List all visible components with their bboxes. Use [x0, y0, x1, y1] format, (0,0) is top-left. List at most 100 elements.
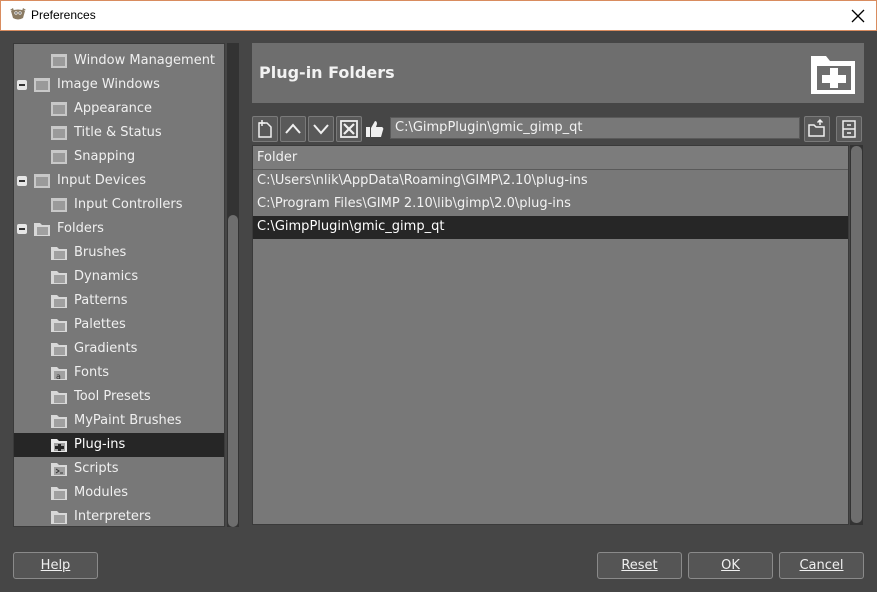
- input-controllers-icon: [51, 198, 67, 212]
- tree-item-label: Gradients: [74, 341, 138, 356]
- tree-item-brushes[interactable]: Brushes: [14, 241, 224, 265]
- tree-scrollbar[interactable]: [227, 43, 239, 527]
- plugins-folder-icon: [51, 439, 67, 452]
- tree-item-dynamics[interactable]: Dynamics: [14, 265, 224, 289]
- move-up-button[interactable]: [280, 116, 306, 142]
- tree-item-label: Input Controllers: [74, 197, 183, 212]
- snapping-icon: [51, 150, 67, 164]
- file-cabinet-icon: [842, 120, 856, 138]
- folder-list-scrollbar[interactable]: [850, 145, 863, 525]
- tree-item-label: Brushes: [74, 245, 127, 260]
- folder-row[interactable]: C:\Users\nlik\AppData\Roaming\GIMP\2.10\…: [253, 170, 848, 193]
- move-down-button[interactable]: [308, 116, 334, 142]
- input-devices-icon: [34, 174, 50, 188]
- close-button[interactable]: [846, 4, 870, 28]
- folder-toolbar: C:\GimpPlugin\gmic_gimp_qt: [252, 116, 864, 142]
- delete-icon: [340, 120, 358, 138]
- plugin-folder-icon: [811, 56, 855, 94]
- tree-item-label: Snapping: [74, 149, 136, 164]
- tree-item-input-controllers[interactable]: Input Controllers: [14, 193, 224, 217]
- tree-item-label: Dynamics: [74, 269, 139, 284]
- fonts-folder-icon: a: [51, 367, 67, 381]
- move-up-icon: [285, 123, 301, 134]
- tree-item-mypaint-brushes[interactable]: MyPaint Brushes: [14, 409, 224, 433]
- tree-item-label: Title & Status: [74, 125, 162, 140]
- folder-list-scrollbar-thumb[interactable]: [851, 146, 862, 523]
- collapse-icon[interactable]: [17, 224, 27, 234]
- tree-item-fonts[interactable]: a Fonts: [14, 361, 224, 385]
- ok-button-label: OK: [721, 558, 740, 573]
- help-button[interactable]: Help: [13, 552, 98, 579]
- help-button-label: Help: [40, 558, 71, 573]
- svg-text:a: a: [56, 372, 61, 381]
- tree-item-tool-presets[interactable]: Tool Presets: [14, 385, 224, 409]
- tree-item-window-management[interactable]: Window Management: [14, 49, 224, 73]
- palettes-folder-icon: [51, 319, 67, 332]
- move-down-icon: [313, 124, 329, 135]
- tree-item-label: Window Management: [74, 53, 216, 68]
- tree-scrollbar-thumb[interactable]: [228, 215, 238, 527]
- tree-item-label: Modules: [74, 485, 129, 500]
- tree-item-palettes[interactable]: Palettes: [14, 313, 224, 337]
- folder-column-header[interactable]: Folder: [253, 146, 848, 170]
- delete-button[interactable]: [336, 116, 362, 142]
- ok-button[interactable]: OK: [688, 552, 773, 579]
- thumbs-up-icon: [366, 121, 384, 137]
- tree-item-label: Scripts: [74, 461, 119, 476]
- page-title: Plug-in Folders: [259, 63, 395, 82]
- cancel-button-label: Cancel: [799, 558, 844, 573]
- tree-item-label: Interpreters: [74, 509, 152, 524]
- tree-item-title-status[interactable]: Title & Status: [14, 121, 224, 145]
- modules-folder-icon: [51, 487, 67, 500]
- mypaint-brushes-folder-icon: [51, 415, 67, 428]
- appearance-icon: [51, 102, 67, 116]
- tree-item-label: Input Devices: [57, 173, 147, 188]
- tree-item-gradients[interactable]: Gradients: [14, 337, 224, 361]
- tree-item-label: MyPaint Brushes: [74, 413, 182, 428]
- reset-button[interactable]: Reset: [597, 552, 682, 579]
- tree-item-patterns[interactable]: Patterns: [14, 289, 224, 313]
- tree-item-folders[interactable]: Folders: [14, 217, 224, 241]
- cancel-button[interactable]: Cancel: [779, 552, 864, 579]
- tree-item-interpreters[interactable]: Interpreters: [14, 505, 224, 526]
- folder-path: C:\GimpPlugin\gmic_gimp_qt: [257, 219, 445, 234]
- tree-item-scripts[interactable]: Scripts: [14, 457, 224, 481]
- tree-item-label: Tool Presets: [74, 389, 151, 404]
- image-windows-icon: [34, 78, 50, 92]
- title-status-icon: [51, 126, 67, 140]
- tree-item-input-devices[interactable]: Input Devices: [14, 169, 224, 193]
- folder-row[interactable]: C:\Program Files\GIMP 2.10\lib\gimp\2.0\…: [253, 193, 848, 216]
- tree-item-label: Patterns: [74, 293, 128, 308]
- folder-path: C:\Program Files\GIMP 2.10\lib\gimp\2.0\…: [257, 196, 571, 211]
- tree-item-appearance[interactable]: Appearance: [14, 97, 224, 121]
- tree-item-label: Image Windows: [57, 77, 160, 92]
- browse-folder-icon: [808, 119, 825, 137]
- new-folder-icon: [258, 120, 272, 138]
- tree-item-label: Fonts: [74, 365, 110, 380]
- new-folder-button[interactable]: [252, 116, 278, 142]
- tree-item-image-windows[interactable]: Image Windows: [14, 73, 224, 97]
- tree-item-label: Palettes: [74, 317, 126, 332]
- collapse-icon[interactable]: [17, 80, 27, 90]
- gimp-icon: [10, 8, 26, 20]
- tree-item-label: Folders: [57, 221, 104, 236]
- tree-item-modules[interactable]: Modules: [14, 481, 224, 505]
- patterns-folder-icon: [51, 295, 67, 308]
- close-icon: [851, 9, 865, 23]
- folders-icon: [34, 223, 50, 236]
- interpreters-folder-icon: [51, 511, 67, 524]
- scripts-folder-icon: [51, 463, 67, 476]
- tool-presets-folder-icon: [51, 391, 67, 404]
- toggle-folder-button[interactable]: [836, 116, 862, 142]
- gradients-folder-icon: [51, 343, 67, 356]
- reset-button-label: Reset: [621, 558, 658, 573]
- brushes-folder-icon: [51, 247, 67, 260]
- select-button[interactable]: [364, 118, 386, 140]
- folder-row[interactable]: C:\GimpPlugin\gmic_gimp_qt: [253, 216, 848, 239]
- folder-path-input[interactable]: C:\GimpPlugin\gmic_gimp_qt: [390, 117, 800, 139]
- collapse-icon[interactable]: [17, 176, 27, 186]
- tree-item-plug-ins[interactable]: Plug-ins: [14, 433, 224, 457]
- browse-folder-button[interactable]: [804, 116, 830, 142]
- dynamics-folder-icon: [51, 271, 67, 284]
- tree-item-snapping[interactable]: Snapping: [14, 145, 224, 169]
